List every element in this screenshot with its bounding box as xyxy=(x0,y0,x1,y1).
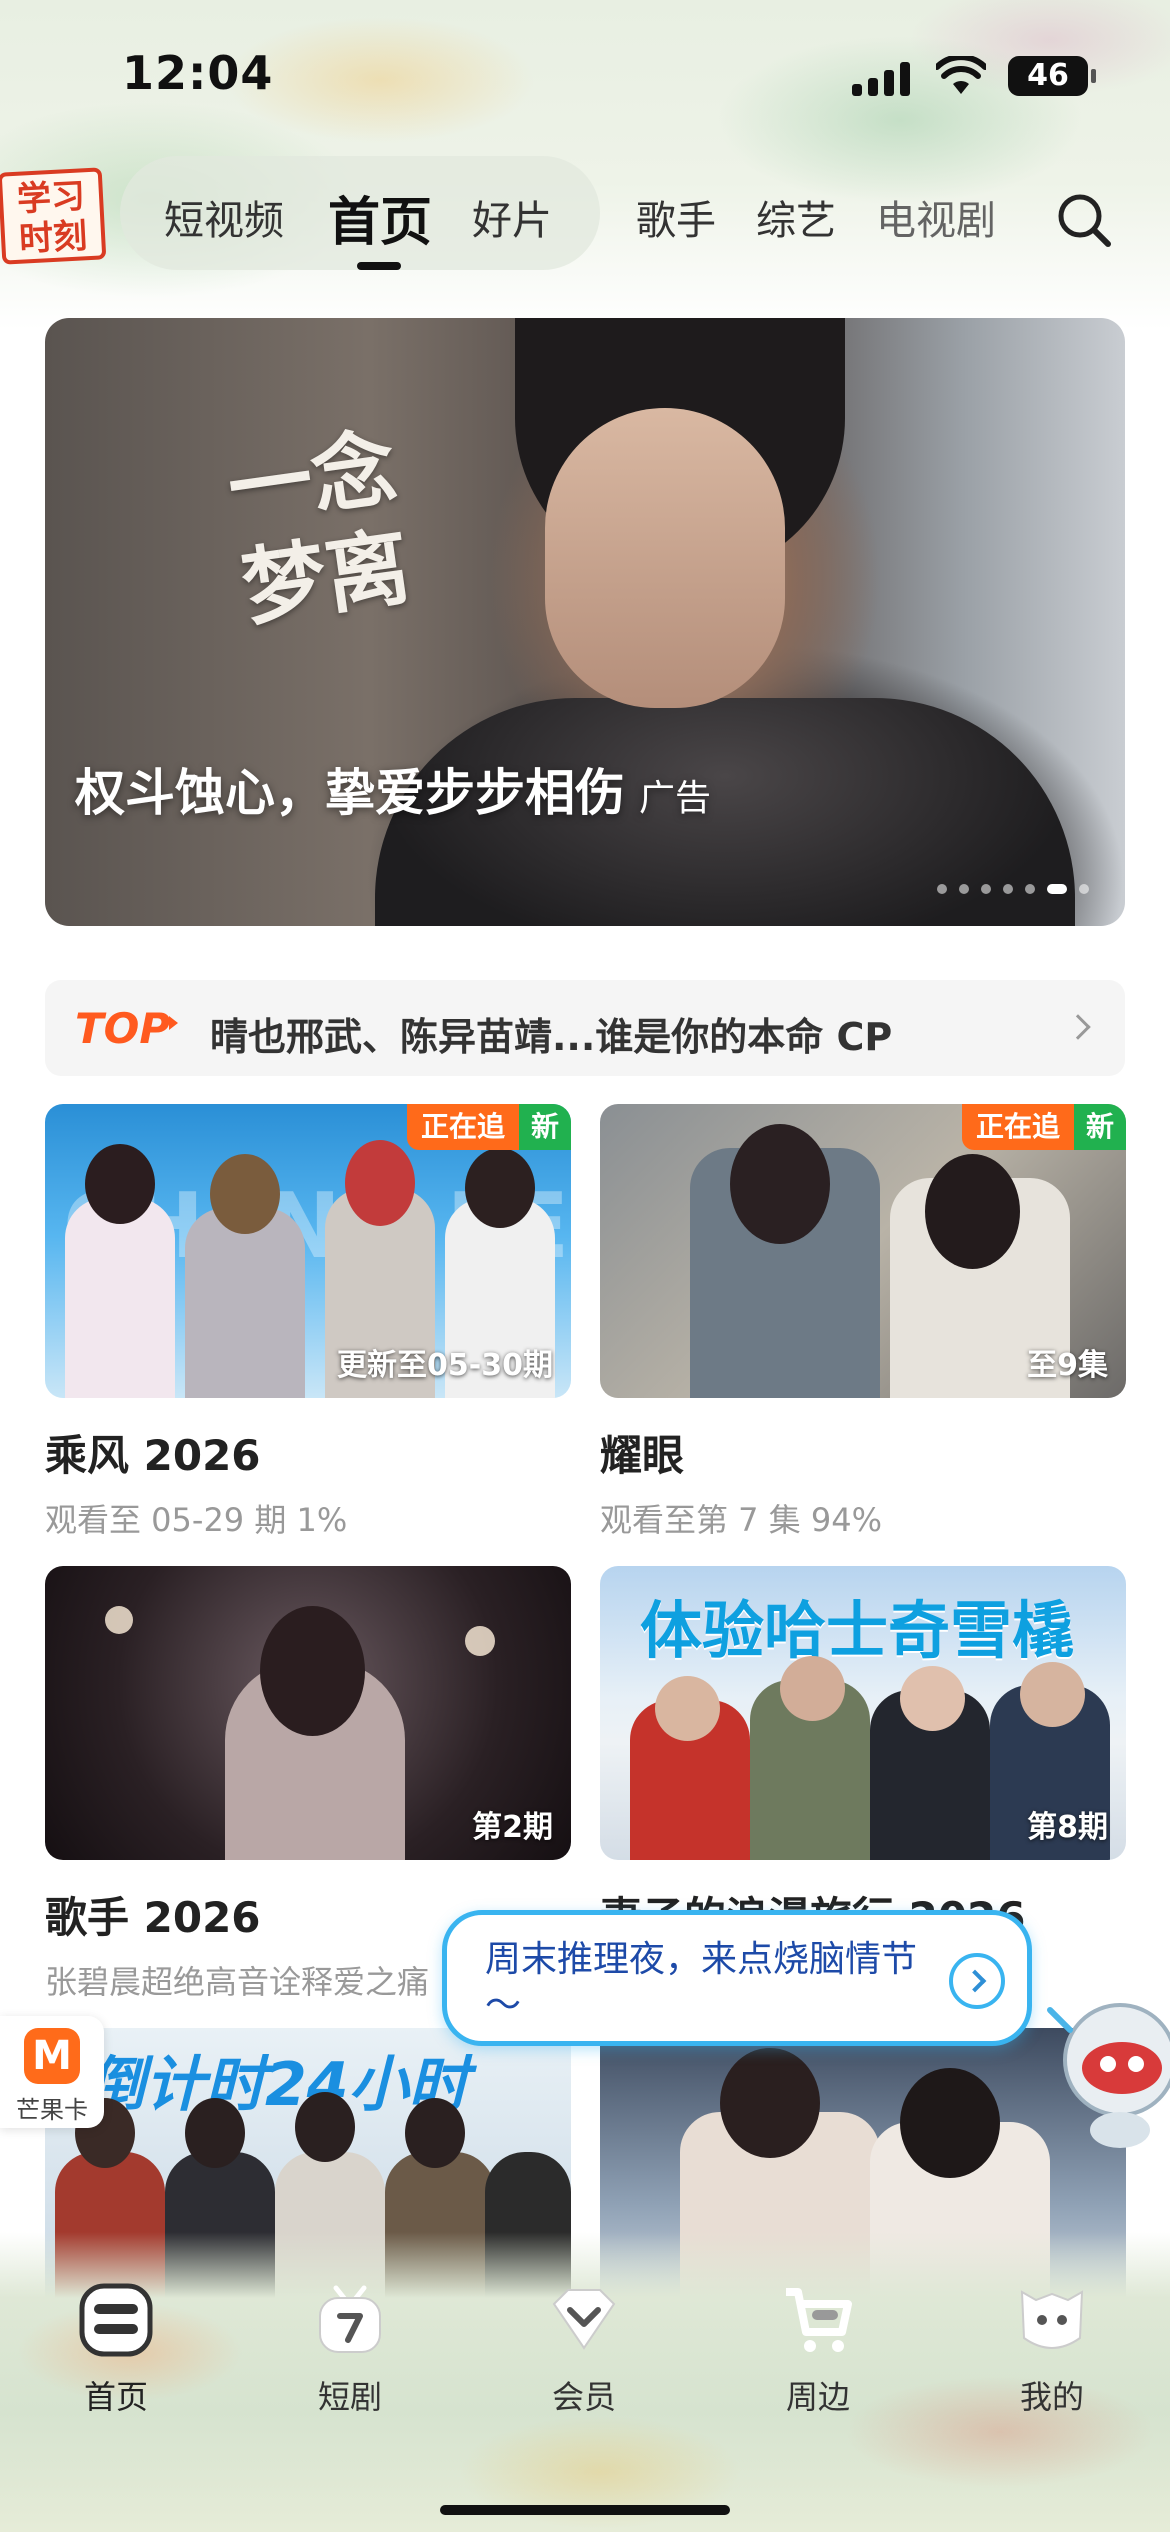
content-card-yaoyan[interactable]: 正在追 新 至9集 耀眼 观看至第 7 集 94% xyxy=(600,1104,1126,1541)
content-card-romantic-trip[interactable]: 体验哈士奇雪橇 第8期 妻子的浪漫旅行 2026 xyxy=(600,1566,1126,1957)
card-thumbnail: CHENG FENG 正在追 新 更新至05-30期 xyxy=(45,1104,571,1398)
study-time-logo-text: 学习时刻 xyxy=(16,176,89,260)
card-progress: 观看至 05-29 期 1% xyxy=(45,1501,348,1539)
banner-actor-face xyxy=(545,408,785,708)
bottom-tab-label: 我的 xyxy=(1019,2378,1084,2416)
banner-caption: 权斗蚀心，挚爱步步相伤 广告 xyxy=(75,753,711,825)
new-badge: 新 xyxy=(518,1104,571,1150)
following-badge: 正在追 xyxy=(961,1104,1074,1150)
card-thumbnail: 第2期 xyxy=(45,1566,571,1860)
banner-calligraphy-title: 一念梦离 xyxy=(221,417,416,638)
bottom-tab-profile[interactable]: 我的 xyxy=(972,2282,1132,2418)
pagination-dot xyxy=(937,884,947,894)
bottom-tab-label: 首页 xyxy=(83,2378,148,2416)
cart-icon xyxy=(786,2288,852,2352)
pagination-dot xyxy=(981,884,991,894)
status-time: 12:04 xyxy=(122,46,274,100)
tab-variety[interactable]: 综艺 xyxy=(756,188,836,246)
ad-tag: 广告 xyxy=(639,778,712,819)
card-episode-text: 第8期 xyxy=(1027,1810,1108,1845)
pagination-dot xyxy=(959,884,969,894)
banner-caption-text: 权斗蚀心，挚爱步步相伤 xyxy=(75,764,625,822)
home-icon xyxy=(79,2283,153,2357)
pagination-dot-active xyxy=(1047,884,1067,894)
card-badges: 正在追 新 xyxy=(406,1104,571,1150)
bottom-tab-label: 会员 xyxy=(551,2378,616,2416)
tab-tv-series[interactable]: 电视剧 xyxy=(876,188,996,246)
top-ranking-row[interactable]: TOP 晴也邢武、陈异苗靖...谁是你的本命 CP xyxy=(45,980,1125,1076)
bottom-tab-home[interactable]: 首页 xyxy=(36,2282,196,2418)
bottom-navigation: 首页 短剧 会员 周边 我的 xyxy=(0,2232,1170,2532)
vip-icon xyxy=(552,2289,616,2350)
bottom-tab-merch[interactable]: 周边 xyxy=(738,2282,898,2418)
chevron-right-icon xyxy=(1065,1014,1091,1040)
mango-card-label: 芒果卡 xyxy=(16,2096,88,2124)
study-time-logo[interactable]: 学习时刻 xyxy=(0,167,107,265)
search-icon[interactable] xyxy=(1050,186,1120,256)
status-bar: 12:04 46 xyxy=(0,0,1170,150)
tab-home[interactable]: 首页 xyxy=(328,180,432,255)
home-indicator[interactable] xyxy=(440,2505,730,2515)
short-drama-icon xyxy=(319,2285,381,2353)
bubble-text: 周末推理夜，来点烧脑情节～ xyxy=(485,1939,918,2026)
card-badges: 正在追 新 xyxy=(961,1104,1126,1150)
pagination-dot xyxy=(1025,884,1035,894)
card-title: 耀眼 xyxy=(600,1431,685,1480)
card-title: 乘风 2026 xyxy=(45,1431,261,1480)
battery-indicator: 46 xyxy=(1008,56,1096,96)
top-arrow-icon xyxy=(169,1016,178,1030)
card-update-text: 更新至05-30期 xyxy=(337,1348,553,1383)
profile-icon xyxy=(1020,2290,1084,2349)
active-tab-indicator xyxy=(357,262,401,270)
pagination-dot xyxy=(1003,884,1013,894)
top-label: TOP xyxy=(75,1004,171,1053)
hero-banner[interactable]: 一念梦离 权斗蚀心，挚爱步步相伤 广告 xyxy=(45,318,1125,926)
cellular-signal-icon xyxy=(852,62,912,96)
banner-pagination xyxy=(937,884,1089,894)
top-row-text: 晴也邢武、陈异苗靖...谁是你的本命 CP xyxy=(210,1015,893,1059)
content-card-chengfeng[interactable]: CHENG FENG 正在追 新 更新至05-30期 乘风 2026 观看至 0… xyxy=(45,1104,571,1541)
mango-logo-icon: M xyxy=(24,2028,80,2084)
tab-singer[interactable]: 歌手 xyxy=(636,188,716,246)
card-progress: 观看至第 7 集 94% xyxy=(600,1501,883,1539)
new-badge: 新 xyxy=(1073,1104,1126,1150)
recommendation-bubble[interactable]: 周末推理夜，来点烧脑情节～ xyxy=(442,1910,1032,2046)
following-badge: 正在追 xyxy=(406,1104,519,1150)
card-update-text: 至9集 xyxy=(1027,1348,1108,1383)
mango-card-shortcut[interactable]: M 芒果卡 xyxy=(0,2016,104,2128)
bottom-tab-label: 短剧 xyxy=(317,2378,382,2416)
chevron-right-circle-icon[interactable] xyxy=(949,1953,1005,2009)
bottom-tab-short-drama[interactable]: 短剧 xyxy=(270,2282,430,2418)
mascot-robot-icon[interactable] xyxy=(1040,1980,1170,2160)
card-thumb-text: 体验哈士奇雪橇 xyxy=(640,1594,1075,1667)
pagination-dot xyxy=(1079,884,1089,894)
bottom-tab-label: 周边 xyxy=(785,2378,850,2416)
card-thumbnail: 体验哈士奇雪橇 第8期 xyxy=(600,1566,1126,1860)
card-episode-text: 第2期 xyxy=(472,1810,553,1845)
tab-short-video[interactable]: 短视频 xyxy=(164,188,284,246)
card-thumbnail: 正在追 新 至9集 xyxy=(600,1104,1126,1398)
bottom-tab-vip[interactable]: 会员 xyxy=(504,2282,664,2418)
tab-good-films[interactable]: 好片 xyxy=(472,188,552,246)
wifi-icon xyxy=(936,56,986,94)
